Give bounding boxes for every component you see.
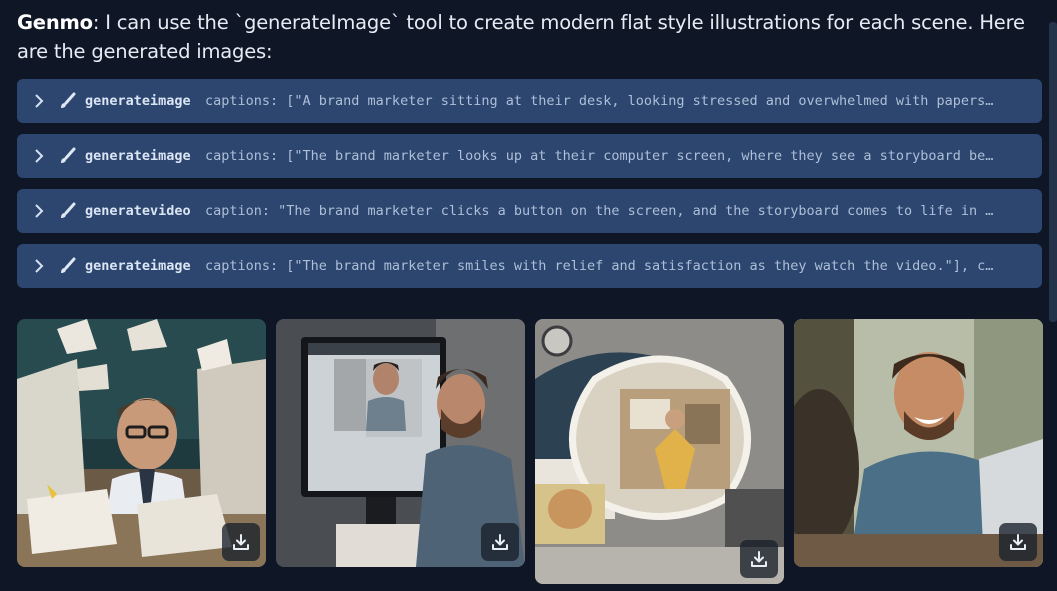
tool-args: captions: ["The brand marketer looks up … (205, 148, 994, 164)
paintbrush-icon (57, 146, 77, 166)
generated-image-video-frame[interactable] (535, 319, 784, 584)
tool-args: captions: ["The brand marketer smiles wi… (205, 258, 994, 274)
download-button[interactable] (481, 523, 519, 561)
tool-args: captions: ["A brand marketer sitting at … (205, 93, 994, 109)
tool-name: generateimage (85, 258, 191, 274)
tool-call-row[interactable]: generateimage captions: ["The brand mark… (17, 134, 1042, 178)
download-icon (233, 534, 249, 550)
download-icon (492, 534, 508, 550)
download-icon (1010, 534, 1026, 550)
tool-name: generatevideo (85, 203, 191, 219)
sender-name: Genmo (17, 11, 93, 34)
chevron-right-icon[interactable] (31, 203, 47, 219)
message-text: : I can use the `generateImage` tool to … (17, 11, 1025, 63)
assistant-message: Genmo: I can use the `generateImage` too… (17, 8, 1042, 66)
chevron-right-icon[interactable] (31, 148, 47, 164)
paintbrush-icon (57, 256, 77, 276)
download-icon (751, 551, 767, 567)
tool-name: generateimage (85, 148, 191, 164)
paintbrush-icon (57, 201, 77, 221)
download-button[interactable] (222, 523, 260, 561)
paintbrush-icon (57, 91, 77, 111)
chevron-right-icon[interactable] (31, 93, 47, 109)
generated-image-stressed-marketer[interactable] (17, 319, 266, 567)
tool-call-row[interactable]: generateimage captions: ["A brand market… (17, 79, 1042, 123)
tool-call-row[interactable]: generateimage captions: ["The brand mark… (17, 244, 1042, 288)
generated-image-storyboard-screen[interactable] (276, 319, 525, 567)
tool-call-row[interactable]: generatevideo caption: "The brand market… (17, 189, 1042, 233)
download-button[interactable] (740, 540, 778, 578)
scrollbar[interactable] (1049, 22, 1057, 322)
tool-args: caption: "The brand marketer clicks a bu… (205, 203, 994, 219)
chevron-right-icon[interactable] (31, 258, 47, 274)
generated-image-happy-marketer[interactable] (794, 319, 1043, 567)
tool-name: generateimage (85, 93, 191, 109)
download-button[interactable] (999, 523, 1037, 561)
